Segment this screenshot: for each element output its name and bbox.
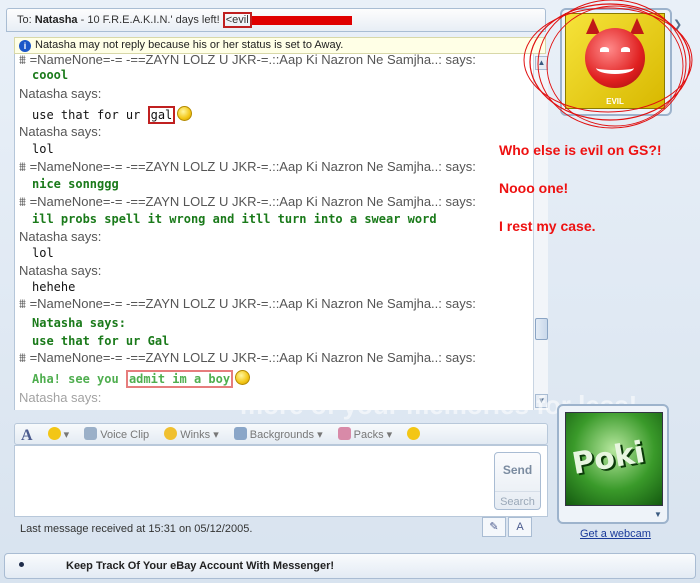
message: lol (32, 142, 54, 156)
sender-line: ⩩ =NameNone=-= -==ZAYN LOLZ U JKR-=.::Aa… (19, 194, 476, 209)
chevron-down-icon[interactable]: ▼ (654, 510, 662, 519)
highlighted-phrase: admit im a boy (125, 370, 234, 388)
my-display-picture: Poki (565, 412, 663, 506)
devil-eye-right (621, 47, 630, 52)
ad-text: Keep Track Of Your eBay Account With Mes… (66, 560, 335, 572)
smile-emoticon-icon (235, 370, 251, 385)
scroll-thumb[interactable] (535, 318, 548, 340)
scroll-up-button[interactable]: ▲ (535, 56, 548, 70)
highlighted-word: gal (147, 106, 176, 124)
devil-eye-left (600, 47, 609, 52)
sender-line: Natasha says: (19, 229, 102, 244)
sender-line: ⩩ =NameNone=-= -==ZAYN LOLZ U JKR-=.::Aa… (19, 296, 476, 311)
sender-line: Natasha says: (19, 86, 102, 101)
to-label: To: (17, 14, 32, 26)
away-notice-text: Natasha may not reply because his or her… (35, 39, 344, 51)
emoticon-icon (47, 427, 61, 440)
send-label: Send (502, 463, 533, 477)
packs-icon (337, 427, 351, 440)
packs-button[interactable]: Packs ▾ (337, 427, 392, 441)
message: Aha! see you admit im a boy (32, 370, 251, 388)
avatar-label: EVIL (606, 97, 624, 106)
sender-line: Natasha says: (19, 263, 102, 278)
redaction-bar (251, 15, 352, 25)
text-mode-icon[interactable]: A (508, 517, 532, 537)
message: use that for ur gal (32, 106, 193, 124)
sender-line: ⩩ =NameNone=-= -==ZAYN LOLZ U JKR-=.::Aa… (19, 159, 476, 174)
annotation-note: Who else is evil on GS?! (499, 142, 662, 158)
nudge-button[interactable] (407, 427, 423, 441)
winks-icon (164, 427, 178, 440)
highlight-tag: <evil (222, 12, 252, 28)
message-input[interactable] (14, 445, 548, 517)
devil-mouth (596, 62, 634, 74)
sender-line: ⩩ =NameNone=-= -==ZAYN LOLZ U JKR-=.::Aa… (19, 350, 476, 365)
away-notice: i Natasha may not reply because his or he… (14, 37, 546, 54)
last-message-status: Last message received at 15:31 on 05/12/… (20, 523, 253, 535)
scroll-down-button[interactable]: ▼ (535, 394, 548, 408)
devil-horn-right (630, 18, 644, 34)
conversation-titlebar: To: Natasha - 10 F.R.E.A.K.I.N.' days le… (6, 8, 546, 32)
message: nice sonnggg (32, 177, 119, 191)
font-button[interactable]: A (21, 427, 33, 445)
backgrounds-icon (233, 427, 247, 440)
contact-name: Natasha (34, 14, 78, 26)
winks-button[interactable]: Winks ▾ (164, 427, 219, 441)
microphone-icon (84, 427, 98, 440)
handwriting-mode-icon[interactable]: ✎ (482, 517, 506, 537)
bullet-icon (19, 562, 24, 567)
backgrounds-button[interactable]: Backgrounds ▾ (233, 427, 323, 441)
conversation-history[interactable]: ⩩ =NameNone=-= -==ZAYN LOLZ U JKR-=.::Aa… (14, 54, 534, 410)
voice-clip-button[interactable]: Voice Clip (84, 427, 149, 441)
sender-line-pasted: Natasha says: (32, 316, 126, 330)
ad-banner[interactable]: Keep Track Of Your eBay Account With Mes… (4, 553, 696, 579)
sender-line: ⩩ =NameNone=-= -==ZAYN LOLZ U JKR-=.::Aa… (19, 54, 476, 67)
annotation-note: I rest my case. (499, 218, 596, 234)
message: hehehe (32, 280, 76, 294)
contact-status: - 10 F.R.E.A.K.I.N.' days left! (80, 14, 220, 26)
wink-emoticon-icon (177, 106, 193, 121)
get-webcam-link[interactable]: Get a webcam (580, 528, 651, 540)
emoticons-button[interactable]: ▾ (47, 427, 69, 441)
search-button[interactable]: Search (495, 491, 540, 508)
message: use that for ur Gal (32, 334, 170, 348)
sender-line: Natasha says: (19, 390, 102, 405)
display-picture-text: Poki (569, 434, 648, 483)
nudge-icon (407, 427, 421, 440)
collapse-arrow-icon[interactable]: ❯ (673, 18, 685, 40)
send-button[interactable]: Send Search (494, 452, 541, 510)
message: ill probs spell it wrong and itll turn i… (32, 212, 437, 226)
message: coool (32, 68, 69, 82)
message: lol (32, 246, 54, 260)
info-icon: i (19, 40, 31, 52)
formatting-toolbar: A ▾ Voice Clip Winks ▾ Backgrounds ▾ Pac… (14, 423, 548, 445)
devil-face-icon (585, 28, 645, 88)
sender-line: Natasha says: (19, 124, 102, 139)
annotation-note: Nooo one! (499, 180, 569, 196)
devil-horn-left (586, 18, 600, 34)
